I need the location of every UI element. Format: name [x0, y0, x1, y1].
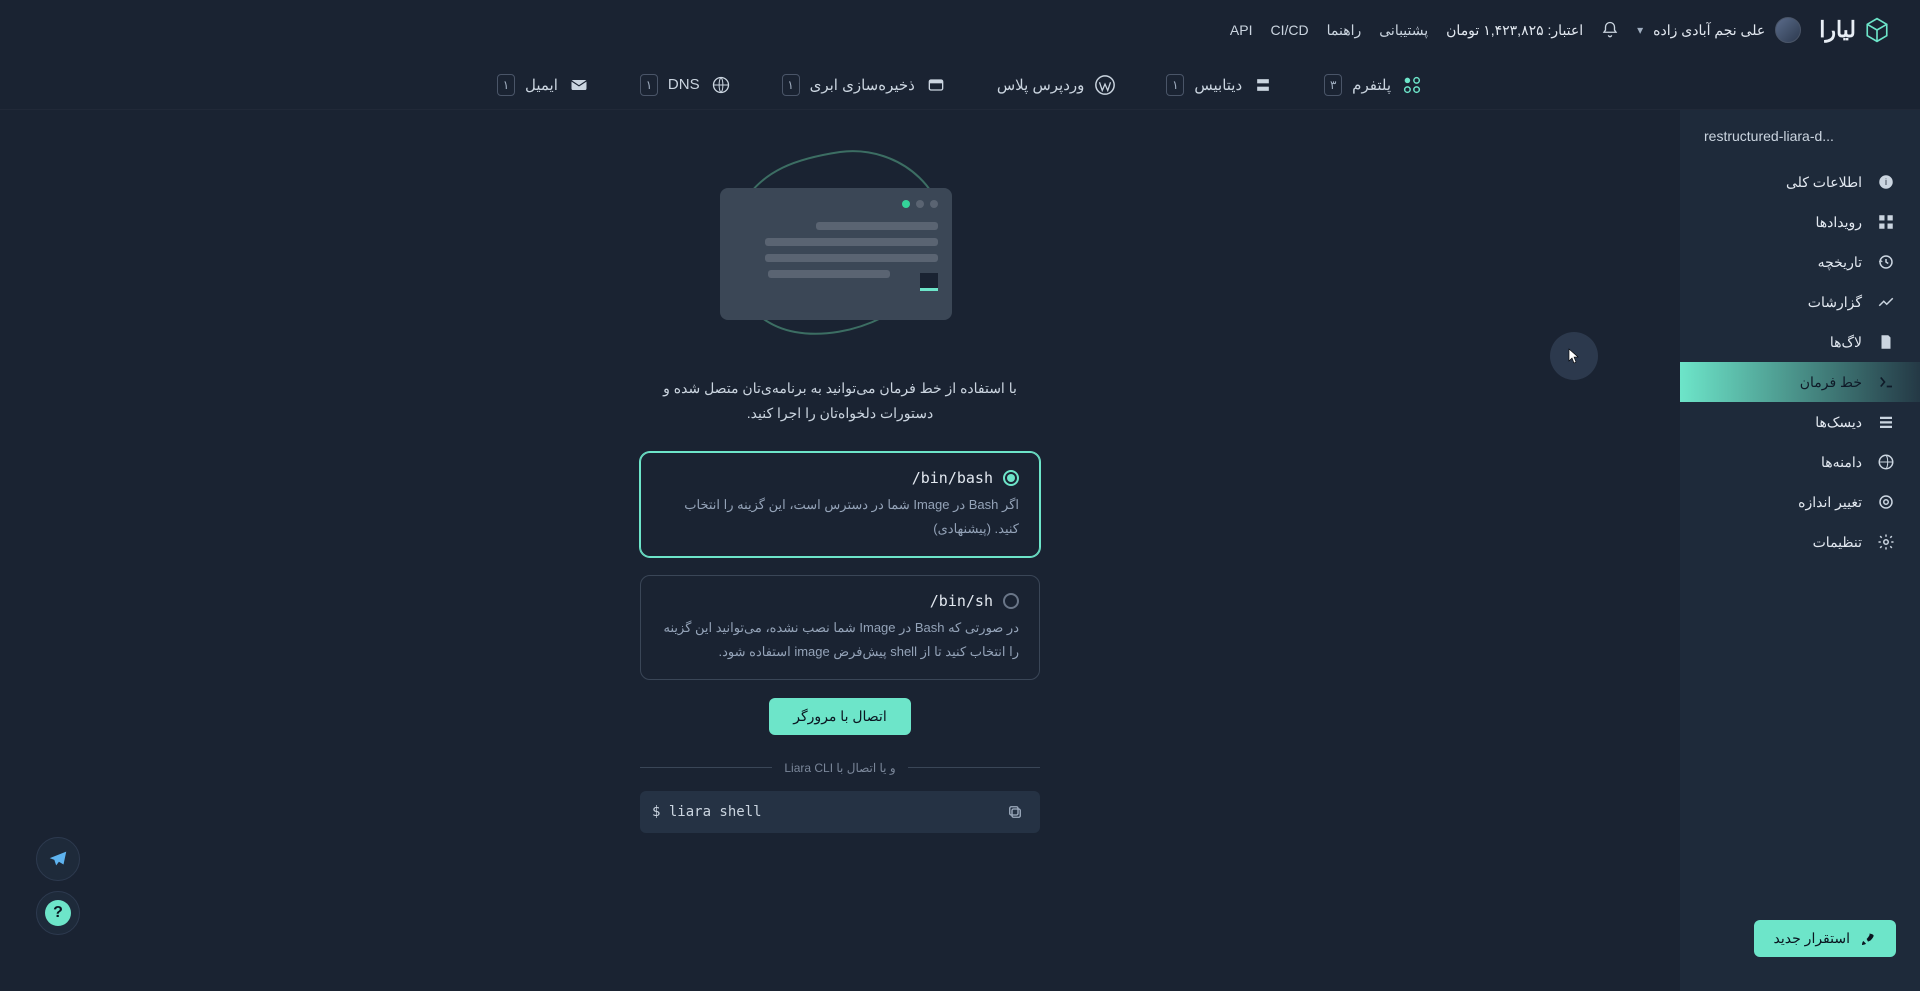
tab-badge: ۱ — [782, 74, 800, 96]
sidebar-item-label: اطلاعات کلی — [1786, 174, 1862, 191]
grid-icon — [1876, 212, 1896, 232]
sidebar-item-history[interactable]: تاریخچه — [1680, 242, 1920, 282]
question-icon: ? — [45, 900, 71, 926]
tab-label: ذخیره‌سازی ابری — [810, 76, 915, 94]
brand-logo[interactable]: لیارا — [1819, 17, 1890, 43]
product-tabs: پلتفرم ۳ دیتابیس ۱ وردپرس پلاس ذخیره‌ساز… — [0, 60, 1920, 110]
platform-icon — [1401, 74, 1423, 96]
copy-icon — [1006, 803, 1024, 821]
resize-icon — [1876, 492, 1896, 512]
main-content: با استفاده از خط فرمان می‌توانید به برنا… — [0, 110, 1680, 991]
topbar: لیارا علی نجم آبادی زاده ▾ اعتبار: ۱,۴۲۳… — [0, 0, 1920, 60]
cursor-ghost — [1550, 332, 1598, 380]
tab-storage[interactable]: ذخیره‌سازی ابری ۱ — [782, 74, 947, 96]
credit-balance[interactable]: اعتبار: ۱,۴۲۳,۸۲۵ تومان — [1446, 22, 1583, 39]
terminal-illustration — [700, 150, 980, 350]
sidebar-item-label: تغییر اندازه — [1798, 494, 1862, 511]
sidebar-item-label: تاریخچه — [1818, 254, 1862, 271]
tab-label: دیتابیس — [1194, 76, 1242, 94]
bell-icon[interactable] — [1601, 21, 1619, 39]
radio-selected-icon — [1003, 470, 1019, 486]
sidebar-item-label: خط فرمان — [1800, 374, 1862, 391]
shell-option-bash[interactable]: /bin/bash اگر Bash در Image شما در دسترس… — [640, 452, 1040, 557]
option-desc: در صورتی که Bash در Image شما نصب نشده، … — [661, 616, 1019, 663]
tab-dns[interactable]: DNS ۱ — [640, 74, 732, 96]
sidebar-item-overview[interactable]: i اطلاعات کلی — [1680, 162, 1920, 202]
svg-text:i: i — [1885, 177, 1887, 187]
gear-icon — [1876, 532, 1896, 552]
history-icon — [1876, 252, 1896, 272]
sidebar-item-label: لاگ‌ها — [1830, 334, 1862, 351]
info-icon: i — [1876, 172, 1896, 192]
cli-command: $ liara shell — [652, 804, 1002, 820]
tab-label: DNS — [668, 76, 700, 93]
support-link[interactable]: پشتیبانی — [1379, 22, 1428, 39]
list-icon — [1876, 412, 1896, 432]
tab-email[interactable]: ایمیل ۱ — [497, 74, 590, 96]
connect-browser-button[interactable]: اتصال با مرورگر — [769, 698, 910, 735]
cli-command-box: $ liara shell — [640, 791, 1040, 833]
sidebar-item-label: تنظیمات — [1813, 534, 1862, 551]
radio-unselected-icon — [1003, 593, 1019, 609]
sidebar-item-label: دیسک‌ها — [1815, 414, 1862, 431]
sidebar-item-disks[interactable]: دیسک‌ها — [1680, 402, 1920, 442]
app-name[interactable]: restructured-liara-d... — [1680, 128, 1920, 162]
telegram-fab[interactable] — [36, 837, 80, 881]
globe-icon — [710, 74, 732, 96]
sidebar-item-label: گزارشات — [1808, 294, 1862, 311]
option-desc: اگر Bash در Image شما در دسترس است، این … — [661, 493, 1019, 540]
cube-icon — [1864, 17, 1890, 43]
tab-badge: ۱ — [640, 74, 658, 96]
sidebar-item-label: دامنه‌ها — [1821, 454, 1862, 471]
sidebar-item-settings[interactable]: تنظیمات — [1680, 522, 1920, 562]
option-title: /bin/bash — [912, 469, 993, 487]
globe-icon — [1876, 452, 1896, 472]
tab-badge: ۱ — [1166, 74, 1184, 96]
sidebar-item-resize[interactable]: تغییر اندازه — [1680, 482, 1920, 522]
chart-icon — [1876, 292, 1896, 312]
api-link[interactable]: API — [1230, 22, 1253, 38]
database-icon — [1252, 74, 1274, 96]
sidebar: restructured-liara-d... i اطلاعات کلی رو… — [1680, 110, 1920, 991]
tab-database[interactable]: دیتابیس ۱ — [1166, 74, 1274, 96]
sidebar-item-shell[interactable]: خط فرمان — [1680, 362, 1920, 402]
help-fab[interactable]: ? — [36, 891, 80, 935]
terminal-icon — [1876, 372, 1896, 392]
shell-intro-text: با استفاده از خط فرمان می‌توانید به برنا… — [660, 376, 1020, 426]
tab-label: وردپرس پلاس — [997, 76, 1085, 94]
shell-option-sh[interactable]: /bin/sh در صورتی که Bash در Image شما نص… — [640, 575, 1040, 680]
wordpress-icon — [1094, 74, 1116, 96]
tab-badge: ۱ — [497, 74, 515, 96]
tab-label: ایمیل — [525, 76, 558, 94]
cli-separator: و یا اتصال با Liara CLI — [640, 761, 1040, 775]
deploy-label: استقرار جدید — [1774, 930, 1850, 947]
mail-icon — [568, 74, 590, 96]
sidebar-item-logs[interactable]: لاگ‌ها — [1680, 322, 1920, 362]
sidebar-item-label: رویدادها — [1815, 214, 1862, 231]
sidebar-item-events[interactable]: رویدادها — [1680, 202, 1920, 242]
tab-platform[interactable]: پلتفرم ۳ — [1324, 74, 1423, 96]
tab-badge: ۳ — [1324, 74, 1342, 96]
sidebar-item-domains[interactable]: دامنه‌ها — [1680, 442, 1920, 482]
telegram-icon — [47, 848, 69, 870]
user-name: علی نجم آبادی زاده — [1653, 22, 1765, 39]
guide-link[interactable]: راهنما — [1327, 22, 1362, 39]
option-title: /bin/sh — [930, 592, 993, 610]
copy-button[interactable] — [1002, 799, 1028, 825]
cicd-link[interactable]: CI/CD — [1271, 22, 1309, 38]
deploy-button[interactable]: استقرار جدید — [1754, 920, 1896, 957]
tab-wordpress[interactable]: وردپرس پلاس — [997, 74, 1117, 96]
document-icon — [1876, 332, 1896, 352]
tab-label: پلتفرم — [1352, 76, 1391, 94]
storage-icon — [925, 74, 947, 96]
user-menu[interactable]: علی نجم آبادی زاده ▾ — [1637, 17, 1801, 43]
sidebar-item-reports[interactable]: گزارشات — [1680, 282, 1920, 322]
chevron-down-icon: ▾ — [1637, 23, 1643, 37]
brand-text: لیارا — [1819, 17, 1856, 43]
rocket-icon — [1860, 931, 1876, 947]
avatar — [1775, 17, 1801, 43]
